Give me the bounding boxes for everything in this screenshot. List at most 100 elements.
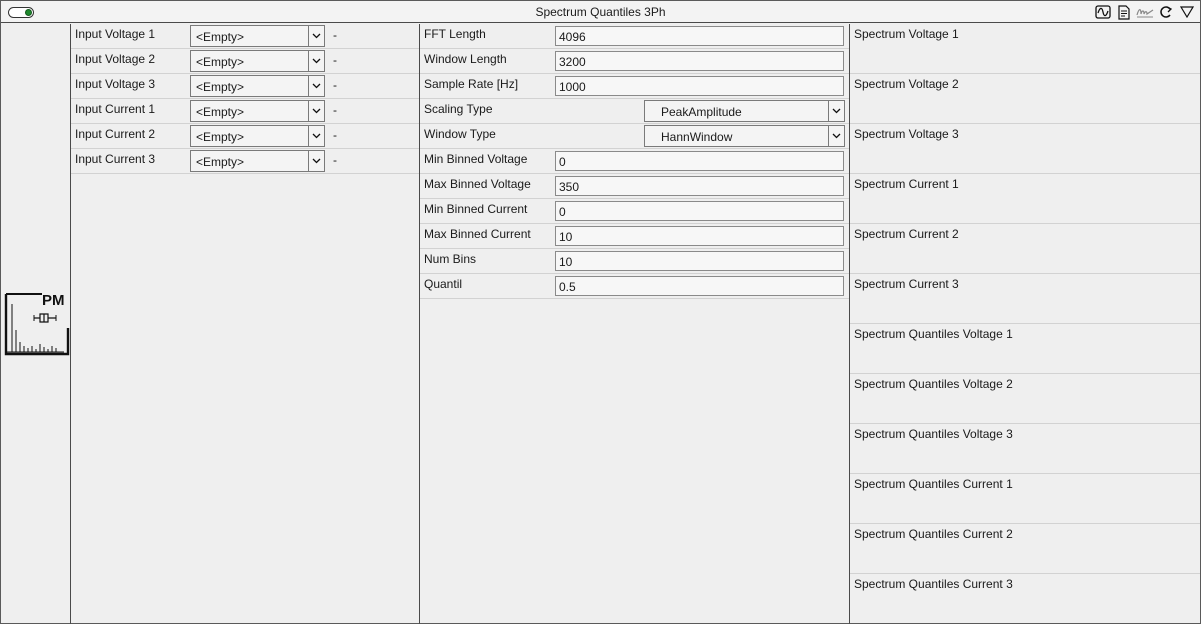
max-binned-voltage-input[interactable]: 350 xyxy=(555,176,844,196)
output-label: Spectrum Current 2 xyxy=(854,227,959,241)
param-row-window-length: Window Length 3200 xyxy=(420,49,849,74)
param-row-min-binned-current: Min Binned Current 0 xyxy=(420,199,849,224)
unit-label: - xyxy=(333,128,337,142)
num-bins-input[interactable]: 10 xyxy=(555,251,844,271)
chevron-down-icon[interactable] xyxy=(308,76,324,96)
param-label: Max Binned Current xyxy=(424,227,531,241)
input-signal-select[interactable]: <Empty> xyxy=(190,100,325,122)
input-row: Input Current 1 <Empty> - xyxy=(71,99,419,124)
window-title: Spectrum Quantiles 3Ph xyxy=(535,5,666,19)
unit-label: - xyxy=(333,153,337,167)
input-label: Input Current 2 xyxy=(75,127,156,141)
window-type-select[interactable]: HannWindow xyxy=(644,125,845,147)
param-row-quantil: Quantil 0.5 xyxy=(420,274,849,299)
param-row-sample-rate: Sample Rate [Hz] 1000 xyxy=(420,74,849,99)
input-value: 10 xyxy=(559,230,573,244)
input-value: 0 xyxy=(559,205,566,219)
output-port[interactable]: Spectrum Current 2 xyxy=(850,224,1200,274)
window-length-input[interactable]: 3200 xyxy=(555,51,844,71)
output-label: Spectrum Quantiles Voltage 2 xyxy=(854,377,1013,391)
title-bar: Spectrum Quantiles 3Ph xyxy=(1,1,1200,23)
input-signal-select[interactable]: <Empty> xyxy=(190,50,325,72)
output-port[interactable]: Spectrum Voltage 3 xyxy=(850,124,1200,174)
outputs-column: Spectrum Voltage 1 Spectrum Voltage 2 Sp… xyxy=(850,24,1200,624)
input-label: Input Current 1 xyxy=(75,102,156,116)
output-port[interactable]: Spectrum Quantiles Current 2 xyxy=(850,524,1200,574)
sample-rate-input[interactable]: 1000 xyxy=(555,76,844,96)
output-port[interactable]: Spectrum Current 1 xyxy=(850,174,1200,224)
output-port[interactable]: Spectrum Quantiles Voltage 3 xyxy=(850,424,1200,474)
param-label: Quantil xyxy=(424,277,463,291)
output-port[interactable]: Spectrum Quantiles Current 3 xyxy=(850,574,1200,624)
power-monitor-block-icon: PM xyxy=(4,292,70,356)
param-label: Sample Rate [Hz] xyxy=(424,77,519,91)
param-row-window-type: Window Type HannWindow xyxy=(420,124,849,149)
chevron-down-icon[interactable] xyxy=(308,126,324,146)
param-label: Num Bins xyxy=(424,252,477,266)
chevron-down-icon[interactable] xyxy=(828,101,844,121)
unit-label: - xyxy=(333,53,337,67)
input-row: Input Voltage 2 <Empty> - xyxy=(71,49,419,74)
input-row: Input Voltage 3 <Empty> - xyxy=(71,74,419,99)
input-signal-select[interactable]: <Empty> xyxy=(190,125,325,147)
param-row-min-binned-voltage: Min Binned Voltage 0 xyxy=(420,149,849,174)
waveform-icon[interactable] xyxy=(1094,3,1112,21)
input-signal-select[interactable]: <Empty> xyxy=(190,150,325,172)
output-label: Spectrum Quantiles Voltage 1 xyxy=(854,327,1013,341)
input-value: 350 xyxy=(559,180,580,194)
chevron-down-icon[interactable] xyxy=(308,151,324,171)
output-port[interactable]: Spectrum Quantiles Voltage 1 xyxy=(850,324,1200,374)
output-port[interactable]: Spectrum Voltage 1 xyxy=(850,24,1200,74)
max-binned-current-input[interactable]: 10 xyxy=(555,226,844,246)
param-label: Min Binned Current xyxy=(424,202,528,216)
document-icon[interactable] xyxy=(1115,3,1133,21)
min-binned-current-input[interactable]: 0 xyxy=(555,201,844,221)
input-label: Input Voltage 3 xyxy=(75,77,156,91)
select-value: HannWindow xyxy=(661,130,733,144)
input-row: Input Voltage 1 <Empty> - xyxy=(71,24,419,49)
unit-label: - xyxy=(333,28,337,42)
select-value: <Empty> xyxy=(196,30,245,44)
input-value: 0.5 xyxy=(559,280,576,294)
input-value: 1000 xyxy=(559,80,586,94)
chevron-down-icon[interactable] xyxy=(308,51,324,71)
input-label: Input Current 3 xyxy=(75,152,156,166)
input-signal-select[interactable]: <Empty> xyxy=(190,25,325,47)
chevron-down-icon[interactable] xyxy=(308,101,324,121)
signature-icon[interactable] xyxy=(1136,3,1154,21)
input-value: 10 xyxy=(559,255,573,269)
unit-label: - xyxy=(333,78,337,92)
block-icon-column: PM xyxy=(1,24,71,624)
select-value: <Empty> xyxy=(196,55,245,69)
param-row-fft-length: FFT Length 4096 xyxy=(420,24,849,49)
param-label: Max Binned Voltage xyxy=(424,177,531,191)
output-label: Spectrum Current 3 xyxy=(854,277,959,291)
output-label: Spectrum Quantiles Current 2 xyxy=(854,527,1013,541)
select-value: <Empty> xyxy=(196,80,245,94)
quantil-input[interactable]: 0.5 xyxy=(555,276,844,296)
param-label: Min Binned Voltage xyxy=(424,152,528,166)
param-row-max-binned-current: Max Binned Current 10 xyxy=(420,224,849,249)
inputs-column: Input Voltage 1 <Empty> - Input Voltage … xyxy=(71,24,420,624)
input-label: Input Voltage 2 xyxy=(75,52,156,66)
select-value: <Empty> xyxy=(196,130,245,144)
min-binned-voltage-input[interactable]: 0 xyxy=(555,151,844,171)
unit-label: - xyxy=(333,103,337,117)
input-signal-select[interactable]: <Empty> xyxy=(190,75,325,97)
select-value: PeakAmplitude xyxy=(661,105,742,119)
fft-length-input[interactable]: 4096 xyxy=(555,26,844,46)
output-port[interactable]: Spectrum Quantiles Current 1 xyxy=(850,474,1200,524)
scaling-type-select[interactable]: PeakAmplitude xyxy=(644,100,845,122)
chevron-down-icon[interactable] xyxy=(308,26,324,46)
dropdown-triangle-icon[interactable] xyxy=(1178,3,1196,21)
output-label: Spectrum Quantiles Voltage 3 xyxy=(854,427,1013,441)
chevron-down-icon[interactable] xyxy=(828,126,844,146)
block-window: Spectrum Quantiles 3Ph PM Input Voltage … xyxy=(0,0,1201,624)
output-port[interactable]: Spectrum Voltage 2 xyxy=(850,74,1200,124)
refresh-icon[interactable] xyxy=(1157,3,1175,21)
title-toolbar xyxy=(1094,3,1196,21)
output-label: Spectrum Voltage 1 xyxy=(854,27,959,41)
output-label: Spectrum Voltage 3 xyxy=(854,127,959,141)
output-port[interactable]: Spectrum Quantiles Voltage 2 xyxy=(850,374,1200,424)
output-port[interactable]: Spectrum Current 3 xyxy=(850,274,1200,324)
